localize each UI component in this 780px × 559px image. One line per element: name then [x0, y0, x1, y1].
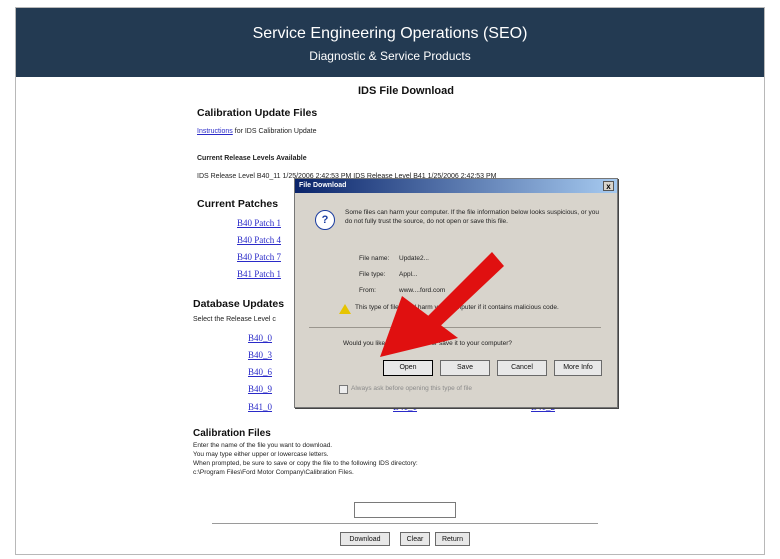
arrow-shaft — [424, 252, 504, 332]
red-arrow-annotation — [380, 252, 504, 357]
